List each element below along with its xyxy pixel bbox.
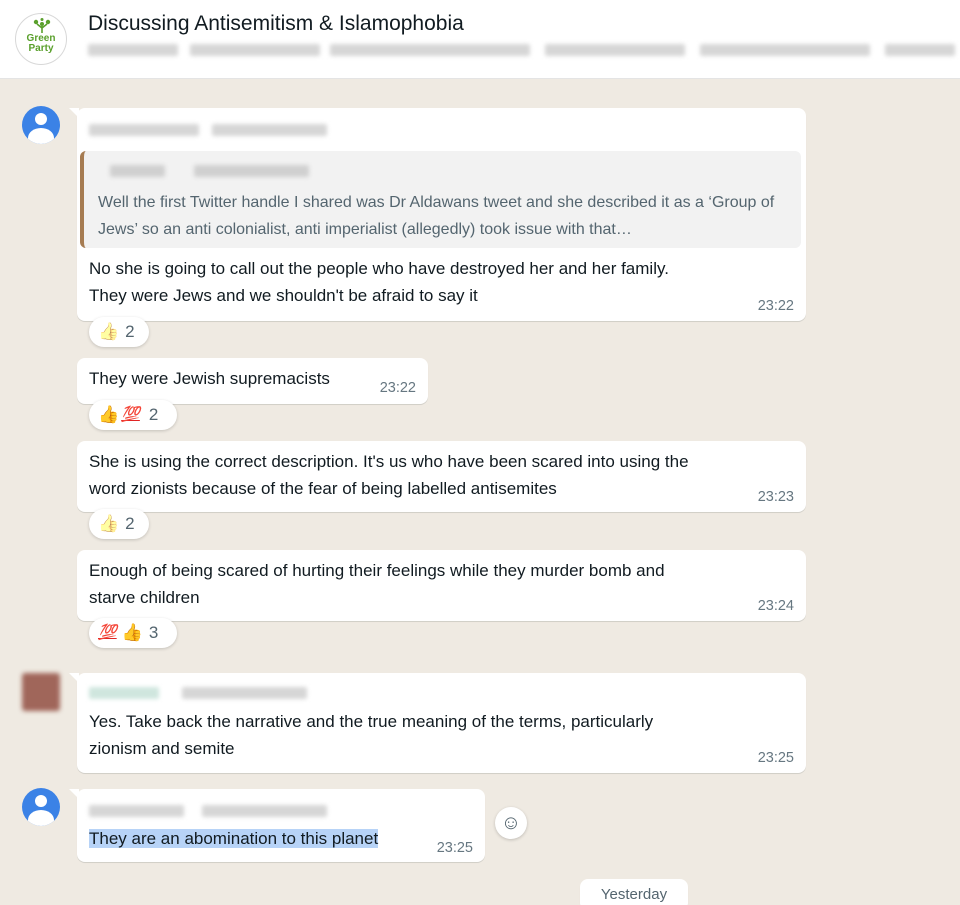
user-photo-avatar[interactable]	[22, 673, 60, 711]
hundred-points-icon: 💯	[98, 624, 117, 641]
chat-title[interactable]: Discussing Antisemitism & Islamophobia	[88, 12, 464, 36]
chat-pane: Well the first Twitter handle I shared w…	[0, 79, 960, 905]
group-avatar[interactable]: Green Party	[15, 13, 67, 65]
message-text: She is using the correct description. It…	[89, 452, 689, 498]
message-bubble[interactable]: They are an abomination to this planet 2…	[69, 789, 485, 862]
hundred-points-icon: 💯	[121, 406, 140, 423]
quoted-text: Well the first Twitter handle I shared w…	[98, 194, 775, 238]
reaction-badge[interactable]: 👍 2	[89, 317, 149, 347]
emoji-smiley-icon[interactable]: ☺	[495, 807, 527, 839]
message-text: Enough of being scared of hurting their …	[89, 561, 665, 607]
message-text: Yes. Take back the narrative and the tru…	[89, 712, 654, 758]
reaction-count: 3	[148, 623, 159, 642]
message-text: No she is going to call out the people w…	[89, 259, 669, 305]
message-time: 23:25	[436, 840, 473, 856]
message-time: 23:23	[757, 489, 794, 505]
default-user-avatar-icon[interactable]	[22, 106, 60, 144]
quoted-message[interactable]: Well the first Twitter handle I shared w…	[80, 151, 801, 248]
message-bubble[interactable]: Yes. Take back the narrative and the tru…	[69, 673, 806, 773]
reaction-badge[interactable]: 👍 2	[89, 509, 149, 539]
message-time: 23:22	[379, 380, 416, 396]
message-bubble[interactable]: Enough of being scared of hurting their …	[77, 550, 806, 621]
reaction-badge[interactable]: 👍 💯 2	[89, 400, 177, 430]
message-text: They were Jewish supremacists	[89, 369, 330, 388]
message-time: 23:22	[757, 298, 794, 314]
message-bubble[interactable]: Well the first Twitter handle I shared w…	[69, 108, 806, 321]
message-time: 23:24	[757, 598, 794, 614]
message-bubble[interactable]: She is using the correct description. It…	[77, 441, 806, 512]
thumbs-up-icon: 👍	[98, 405, 120, 424]
message-time: 23:25	[757, 750, 794, 766]
green-party-logo-icon	[33, 18, 51, 33]
reaction-count: 2	[125, 322, 135, 341]
thumbs-up-icon: 👍	[121, 623, 143, 642]
logo-text: Green Party	[26, 33, 56, 54]
default-user-avatar-icon[interactable]	[22, 788, 60, 826]
reaction-badge[interactable]: 💯 👍 3	[89, 618, 177, 648]
reaction-count: 2	[125, 514, 135, 533]
thumbs-up-icon: 👍	[98, 514, 120, 533]
reaction-count: 2	[148, 405, 159, 424]
message-text: They are an abomination to this planet	[89, 829, 379, 848]
message-bubble[interactable]: They were Jewish supremacists 23:22	[77, 358, 428, 404]
thumbs-up-icon: 👍	[98, 322, 120, 341]
chat-header: Green Party Discussing Antisemitism & Is…	[0, 0, 960, 79]
date-divider: Yesterday	[580, 879, 688, 905]
